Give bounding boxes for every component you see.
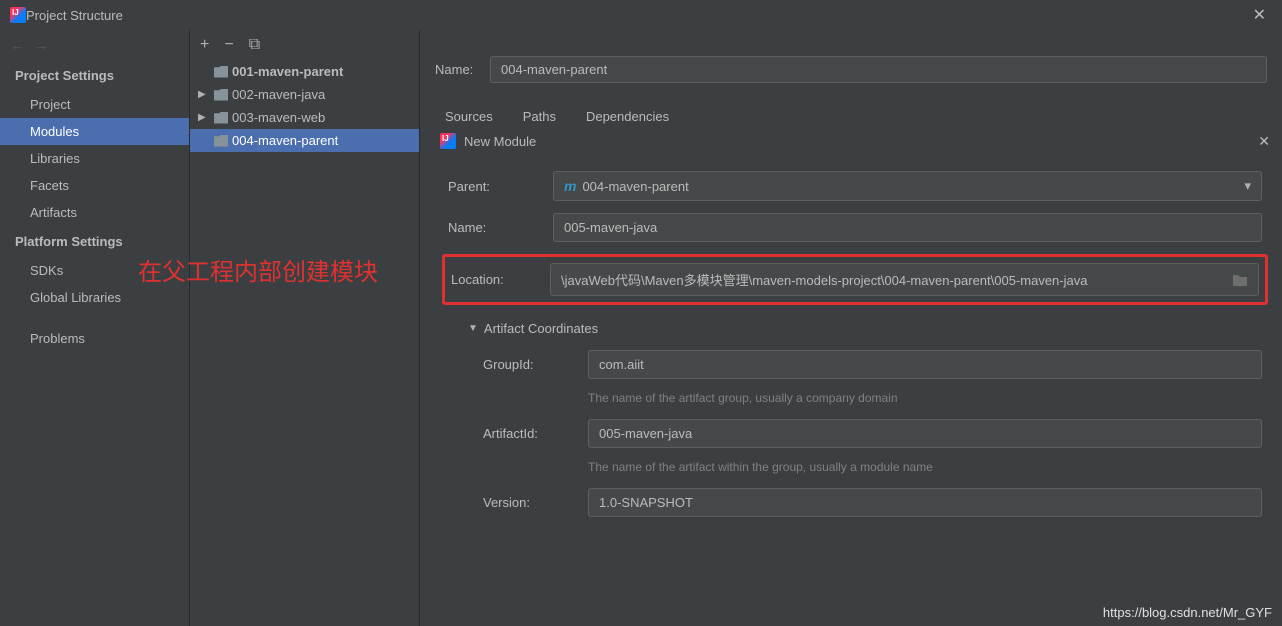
middle-panel: + − ⧉ 001-maven-parent ▶ 002-maven-java … [190,30,420,626]
nav-item-libraries[interactable]: Libraries [0,145,189,172]
parent-label: Parent: [448,179,553,194]
maven-icon: m [564,178,576,194]
artifactid-hint: The name of the artifact within the grou… [588,460,1262,474]
close-icon[interactable]: ✕ [1247,5,1272,25]
dialog-header: New Module ✕ [428,126,1282,156]
folder-icon [214,112,228,124]
tab-paths[interactable]: Paths [523,109,556,124]
intellij-icon [10,7,26,23]
copy-module-button[interactable]: ⧉ [249,36,260,54]
location-input[interactable]: \javaWeb代码\Maven多模块管理\maven-models-proje… [550,263,1259,296]
location-label: Location: [451,272,550,287]
browse-folder-icon[interactable] [1232,273,1248,287]
tree-label: 002-maven-java [232,87,325,102]
chevron-down-icon: ▼ [468,323,478,334]
tree-label: 001-maven-parent [232,64,343,79]
intellij-icon [440,133,456,149]
module-toolbar: + − ⧉ [190,30,419,60]
version-input[interactable] [588,488,1262,517]
nav-item-project[interactable]: Project [0,91,189,118]
nav-item-artifacts[interactable]: Artifacts [0,199,189,226]
tab-dependencies[interactable]: Dependencies [586,109,669,124]
nav-item-global-libraries[interactable]: Global Libraries [0,284,189,311]
module-name-row: Name: [420,50,1282,89]
dialog-body: Parent: m 004-maven-parent Name: Locatio… [428,156,1282,544]
tree-label: 004-maven-parent [232,133,338,148]
nav-item-modules[interactable]: Modules [0,118,189,145]
right-panel: Name: Sources Paths Dependencies New Mod… [420,30,1282,626]
folder-icon [214,135,228,147]
location-highlight: Location: \javaWeb代码\Maven多模块管理\maven-mo… [442,254,1268,305]
name-label: Name: [448,220,553,235]
annotation-text: 在父工程内部创建模块 [138,252,378,287]
expand-icon[interactable]: ▶ [198,89,210,100]
groupid-input[interactable] [588,350,1262,379]
artifact-coordinates-section: GroupId: The name of the artifact group,… [448,350,1262,517]
tree-item[interactable]: 004-maven-parent [190,129,419,152]
remove-module-button[interactable]: − [224,36,233,54]
watermark: https://blog.csdn.net/Mr_GYF [1103,605,1272,620]
nav-item-problems[interactable]: Problems [0,325,189,352]
artifact-coordinates-toggle[interactable]: ▼ Artifact Coordinates [468,321,1262,336]
window-title: Project Structure [26,8,1247,23]
left-panel: ← → Project Settings Project Modules Lib… [0,30,190,626]
version-row: Version: [483,488,1262,517]
tree-item[interactable]: ▶ 002-maven-java [190,83,419,106]
dialog-close-icon[interactable]: ✕ [1258,133,1270,150]
artifactid-label: ArtifactId: [483,426,588,441]
parent-row: Parent: m 004-maven-parent [448,171,1262,201]
folder-icon [214,89,228,101]
folder-icon [214,66,228,78]
dialog-title: New Module [464,134,1250,149]
nav-controls: ← → [0,30,189,60]
groupid-row: GroupId: [483,350,1262,379]
new-module-dialog: New Module ✕ Parent: m 004-maven-parent … [428,126,1282,626]
groupid-hint: The name of the artifact group, usually … [588,391,1262,405]
name-input[interactable] [553,213,1262,242]
expand-icon[interactable]: ▶ [198,112,210,123]
titlebar: Project Structure ✕ [0,0,1282,30]
tree-label: 003-maven-web [232,110,325,125]
nav-back-icon[interactable]: ← [10,37,24,53]
groupid-label: GroupId: [483,357,588,372]
add-module-button[interactable]: + [200,36,209,54]
section-header-project-settings: Project Settings [0,60,189,91]
tab-sources[interactable]: Sources [445,109,493,124]
artifact-coordinates-label: Artifact Coordinates [484,321,598,336]
location-value: \javaWeb代码\Maven多模块管理\maven-models-proje… [561,270,1087,289]
parent-dropdown[interactable]: m 004-maven-parent [553,171,1262,201]
parent-value: 004-maven-parent [582,179,688,194]
name-label: Name: [435,62,490,77]
module-name-input[interactable] [490,56,1267,83]
artifactid-row: ArtifactId: [483,419,1262,448]
tree-item[interactable]: ▶ 003-maven-web [190,106,419,129]
nav-forward-icon[interactable]: → [34,37,48,53]
name-row: Name: [448,213,1262,242]
artifactid-input[interactable] [588,419,1262,448]
main-container: ← → Project Settings Project Modules Lib… [0,30,1282,626]
version-label: Version: [483,495,588,510]
tree-item[interactable]: 001-maven-parent [190,60,419,83]
nav-item-facets[interactable]: Facets [0,172,189,199]
